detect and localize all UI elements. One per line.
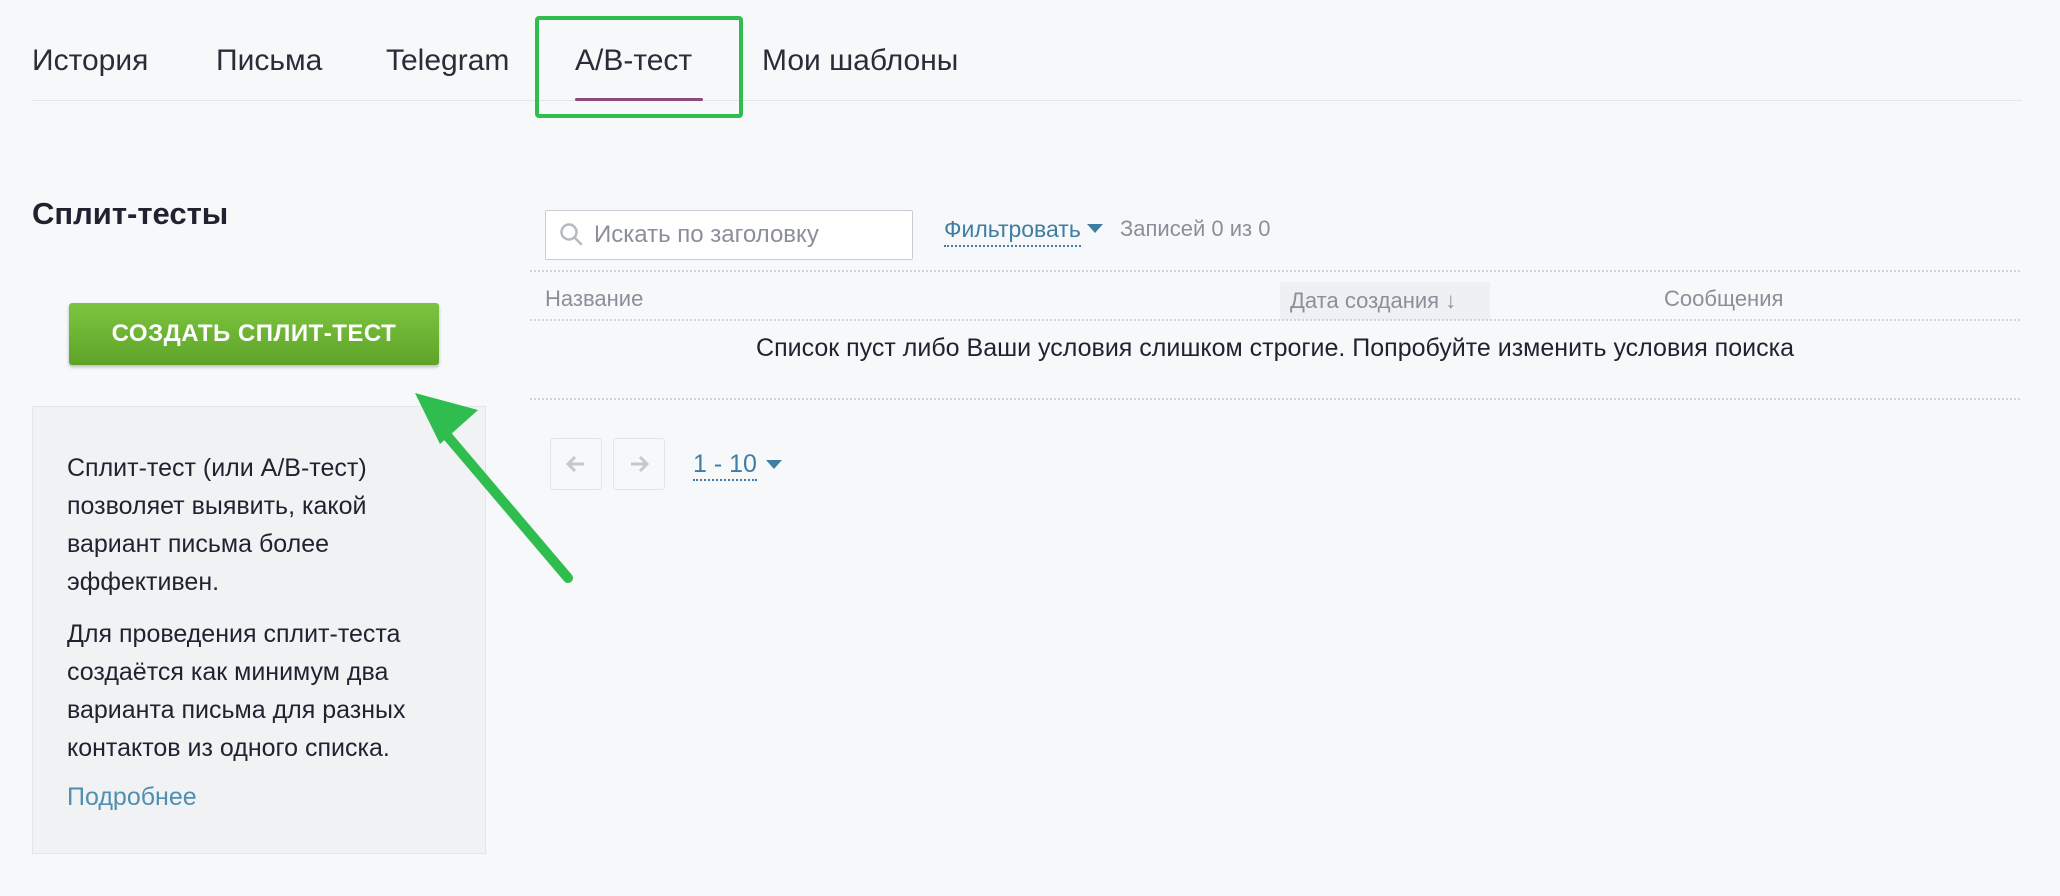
arrow-right-icon [631,455,650,473]
pagination-next-button[interactable] [613,438,665,490]
create-split-test-button[interactable]: СОЗДАТЬ СПЛИТ-ТЕСТ [69,303,439,365]
arrow-left-icon [565,455,584,473]
tab-letters[interactable]: Письма [216,44,322,78]
tab-my-templates[interactable]: Мои шаблоны [762,44,958,78]
search-box [545,210,913,260]
learn-more-link[interactable]: Подробнее [67,783,197,812]
tab-bar: История Письма Telegram A/B-тест Мои шаб… [32,0,2022,101]
search-input[interactable] [592,220,896,250]
column-header-name[interactable]: Название [545,286,643,312]
empty-state-message: Список пуст либо Ваши условия слишком ст… [756,334,1794,362]
records-count: Записей 0 из 0 [1120,216,1271,241]
chevron-down-icon[interactable] [1087,224,1103,233]
table-bottom-divider [530,398,2020,400]
table-header-divider [530,319,2020,321]
info-panel: Сплит-тест (или A/B-тест) позволяет выяв… [32,406,486,854]
column-header-messages[interactable]: Сообщения [1664,286,1783,312]
table-top-divider [530,270,2020,272]
search-icon [560,223,583,246]
page-size-select[interactable]: 1 - 10 [693,450,757,481]
filter-link[interactable]: Фильтровать [944,216,1081,247]
column-header-date[interactable]: Дата создания ↓ [1280,282,1490,320]
page-title: Сплит-тесты [32,196,229,231]
tab-history[interactable]: История [32,44,148,78]
info-paragraph-1: Сплит-тест (или A/B-тест) позволяет выяв… [67,454,367,596]
pagination-prev-button[interactable] [550,438,602,490]
chevron-down-icon[interactable] [766,460,782,469]
tab-telegram[interactable]: Telegram [386,44,509,78]
info-paragraph-2: Для проведения сплит-теста создаётся как… [67,620,406,762]
tab-highlight-frame [535,16,743,118]
